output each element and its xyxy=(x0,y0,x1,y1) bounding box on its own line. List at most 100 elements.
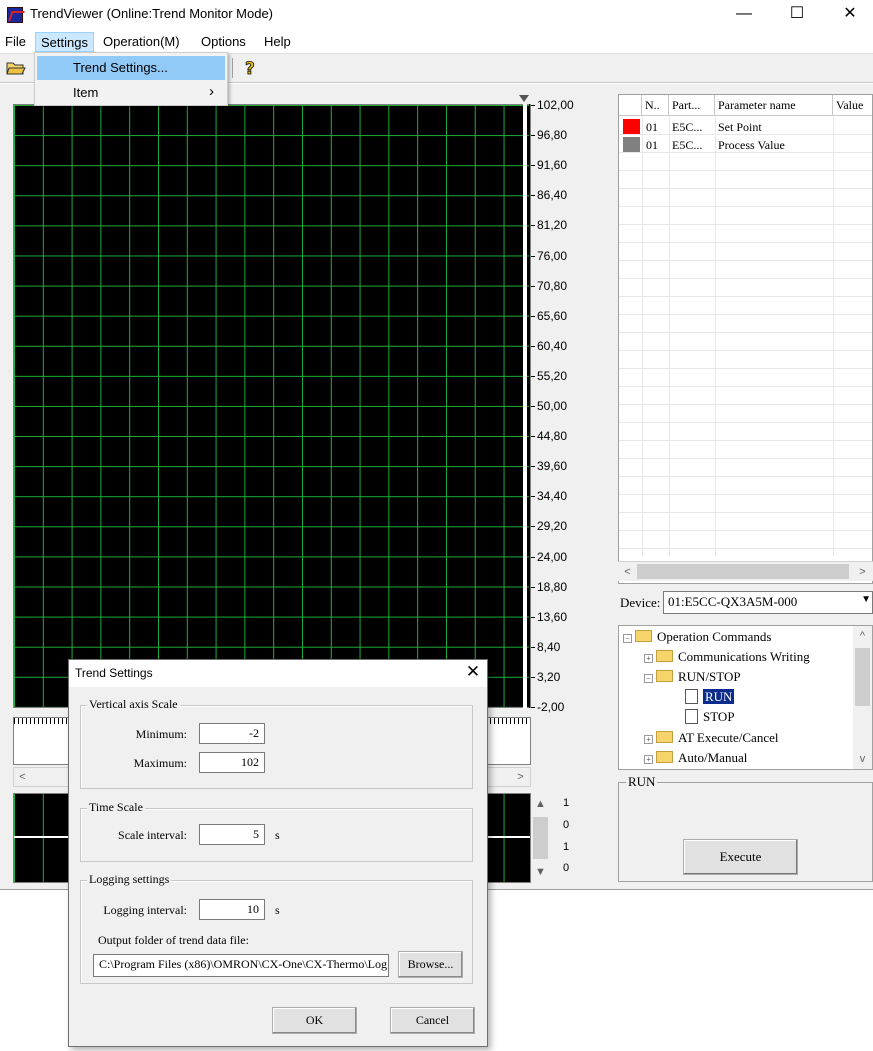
close-button[interactable]: ✕ xyxy=(827,0,873,30)
menu-item-label: Item xyxy=(73,85,99,100)
y-axis-tick-label: 102,00 xyxy=(531,98,587,112)
maximize-button[interactable]: ☐ xyxy=(774,0,820,30)
menu-operation[interactable]: Operation(M) xyxy=(98,32,185,52)
document-icon xyxy=(685,709,698,724)
grid-line xyxy=(619,476,872,477)
series-color-swatch[interactable] xyxy=(623,119,640,134)
tree-item-stop[interactable]: STOP xyxy=(685,709,735,725)
folder-open-icon xyxy=(656,670,673,682)
menu-file[interactable]: File xyxy=(0,32,31,52)
collapse-icon[interactable]: − xyxy=(623,634,632,643)
scale-interval-label: Scale interval: xyxy=(118,828,187,842)
y-axis-tick-label: 96,80 xyxy=(531,128,587,142)
expand-icon[interactable]: + xyxy=(644,755,653,764)
grid-line xyxy=(715,116,716,556)
output-folder-input[interactable]: C:\Program Files (x86)\OMRON\CX-One\CX-T… xyxy=(93,954,389,977)
tree-item-operation-commands[interactable]: − Operation Commands xyxy=(623,629,771,645)
expand-icon[interactable]: + xyxy=(644,654,653,663)
logging-interval-input[interactable]: 10 xyxy=(199,899,265,920)
folder-icon xyxy=(656,751,673,763)
grid-line xyxy=(619,224,872,225)
trend-graph[interactable] xyxy=(13,104,531,708)
chevron-down-icon[interactable]: ▼ xyxy=(861,594,871,605)
grid-line xyxy=(619,512,872,513)
graph-edge xyxy=(523,104,527,708)
scroll-down-icon[interactable]: v xyxy=(854,750,871,768)
menu-item-trend-settings[interactable]: Trend Settings... xyxy=(37,56,225,80)
scroll-left-icon[interactable]: < xyxy=(619,563,636,581)
menu-help[interactable]: Help xyxy=(259,32,296,52)
minimize-button[interactable]: — xyxy=(721,0,767,30)
folder-icon xyxy=(656,650,673,662)
y-axis-tick-label: 39,60 xyxy=(531,459,587,473)
series-color-swatch[interactable] xyxy=(623,137,640,152)
y-axis-tick-label: 50,00 xyxy=(531,399,587,413)
y-axis-tick-label: 81,20 xyxy=(531,218,587,232)
grid-line xyxy=(619,188,872,189)
y-axis-tick-label: 65,60 xyxy=(531,309,587,323)
table-horizontal-scrollbar[interactable]: < > xyxy=(618,561,873,581)
column-header-no[interactable]: N.. xyxy=(642,95,669,116)
grid-line xyxy=(619,548,872,549)
scroll-thumb[interactable] xyxy=(855,648,870,706)
open-folder-icon[interactable] xyxy=(6,59,26,77)
scroll-up-icon[interactable]: ^ xyxy=(854,627,871,645)
minimum-input[interactable]: -2 xyxy=(199,723,265,744)
tree-item-run-stop[interactable]: − RUN/STOP xyxy=(644,669,741,685)
scroll-up-icon[interactable]: ▲ xyxy=(532,795,549,813)
scale-marker-icon[interactable] xyxy=(519,95,529,102)
y-axis-tick-label: 91,60 xyxy=(531,158,587,172)
scroll-right-icon[interactable]: > xyxy=(512,768,529,786)
maximum-input[interactable]: 102 xyxy=(199,752,265,773)
menu-settings[interactable]: Settings xyxy=(35,32,94,52)
tree-item-communications-writing[interactable]: + Communications Writing xyxy=(644,649,810,665)
expand-icon[interactable]: + xyxy=(644,735,653,744)
ok-button[interactable]: OK xyxy=(272,1007,357,1034)
cancel-button[interactable]: Cancel xyxy=(390,1007,475,1034)
menu-bar: File Settings Operation(M) Options Help xyxy=(0,30,873,52)
table-cell-name: Set Point xyxy=(718,120,762,134)
tree-item-run[interactable]: RUN xyxy=(685,689,735,705)
y-axis-tick-label: 55,20 xyxy=(531,369,587,383)
y-axis-tick-label: 24,00 xyxy=(531,550,587,564)
scroll-thumb[interactable] xyxy=(637,564,849,579)
browse-button[interactable]: Browse... xyxy=(398,951,463,978)
column-header-value[interactable]: Value xyxy=(833,95,872,116)
status-graph-scrollbar[interactable]: ▲ ▼ xyxy=(531,793,550,883)
device-select[interactable]: 01:E5CC-QX3A5M-000 ▼ xyxy=(663,591,873,614)
scale-interval-input[interactable]: 5 xyxy=(199,824,265,845)
tree-item-at-execute-cancel[interactable]: + AT Execute/Cancel xyxy=(644,730,778,746)
help-icon[interactable]: ? xyxy=(243,57,259,80)
status-tick: 1 xyxy=(563,797,570,809)
y-axis-tick-label: 34,40 xyxy=(531,489,587,503)
scroll-down-icon[interactable]: ▼ xyxy=(532,863,549,881)
scroll-right-icon[interactable]: > xyxy=(854,563,871,581)
menu-item-item[interactable]: Item › xyxy=(37,81,225,105)
device-label: Device: xyxy=(620,595,661,610)
y-axis-tick-label: 8,40 xyxy=(531,640,587,654)
window-title: TrendViewer (Online:Trend Monitor Mode) xyxy=(30,6,274,21)
y-axis-tick-label: 3,20 xyxy=(531,670,587,684)
dialog-close-icon[interactable]: ✕ xyxy=(461,662,485,682)
table-cell-no: 01 xyxy=(646,120,658,134)
y-axis-tick-label: 70,80 xyxy=(531,279,587,293)
menu-options[interactable]: Options xyxy=(196,32,251,52)
logging-settings-group-label: Logging settings xyxy=(87,872,172,887)
collapse-icon[interactable]: − xyxy=(644,674,653,683)
tree-item-auto-manual[interactable]: + Auto/Manual xyxy=(644,750,747,766)
document-icon xyxy=(685,689,698,704)
toolbar-separator xyxy=(232,58,233,78)
column-header-part[interactable]: Part... xyxy=(669,95,715,116)
trend-settings-dialog: Trend Settings ✕ Vertical axis Scale Min… xyxy=(68,659,488,1047)
execute-button[interactable]: Execute xyxy=(683,839,798,875)
scroll-thumb[interactable] xyxy=(533,817,548,859)
status-tick: 1 xyxy=(563,841,570,853)
command-tree[interactable]: − Operation Commands + Communications Writ… xyxy=(618,625,873,770)
parameter-table[interactable]: N.. Part... Parameter name Value 01 E5C.… xyxy=(618,94,873,584)
scroll-left-icon[interactable]: < xyxy=(14,768,31,786)
chevron-right-icon: › xyxy=(209,83,214,100)
grid-line xyxy=(619,458,872,459)
column-header-parameter-name[interactable]: Parameter name xyxy=(715,95,833,116)
tree-vertical-scrollbar[interactable]: ^ v xyxy=(853,626,872,769)
run-group-label: RUN xyxy=(626,774,658,790)
